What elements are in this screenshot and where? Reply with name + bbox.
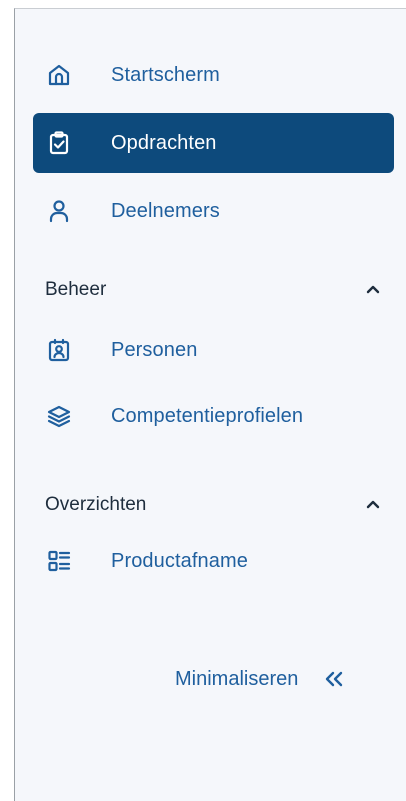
minimize-label: Minimaliseren	[175, 667, 299, 690]
list-grid-icon	[45, 547, 73, 575]
minimize-button[interactable]: Minimaliseren	[175, 664, 346, 694]
nav-item-label: Personen	[111, 338, 198, 361]
person-icon	[45, 197, 73, 225]
nav-item-label: Competentieprofielen	[111, 404, 304, 427]
layers-icon	[45, 402, 73, 430]
nav-item-opdrachten[interactable]: Opdrachten	[33, 113, 394, 173]
id-badge-icon	[45, 336, 73, 364]
section-header-beheer[interactable]: Beheer	[45, 275, 385, 305]
sidebar: Startscherm Opdrachten Deelnemers Beheer	[14, 8, 406, 801]
nav-item-startscherm[interactable]: Startscherm	[33, 45, 394, 105]
section-title: Beheer	[45, 279, 107, 300]
nav-item-label: Startscherm	[111, 63, 220, 86]
double-chevron-left-icon	[322, 667, 346, 691]
section-title: Overzichten	[45, 494, 147, 515]
section-header-overzichten[interactable]: Overzichten	[45, 490, 385, 520]
nav-item-competentieprofielen[interactable]: Competentieprofielen	[33, 386, 394, 446]
nav-item-label: Deelnemers	[111, 199, 220, 222]
nav-item-deelnemers[interactable]: Deelnemers	[33, 181, 394, 241]
home-icon	[45, 61, 73, 89]
chevron-up-icon[interactable]	[363, 280, 383, 300]
nav-item-label: Opdrachten	[111, 131, 217, 154]
nav-item-productafname[interactable]: Productafname	[33, 531, 394, 591]
nav-item-personen[interactable]: Personen	[33, 320, 394, 380]
nav-item-label: Productafname	[111, 549, 248, 572]
chevron-up-icon[interactable]	[363, 495, 383, 515]
clipboard-check-icon	[45, 129, 73, 157]
